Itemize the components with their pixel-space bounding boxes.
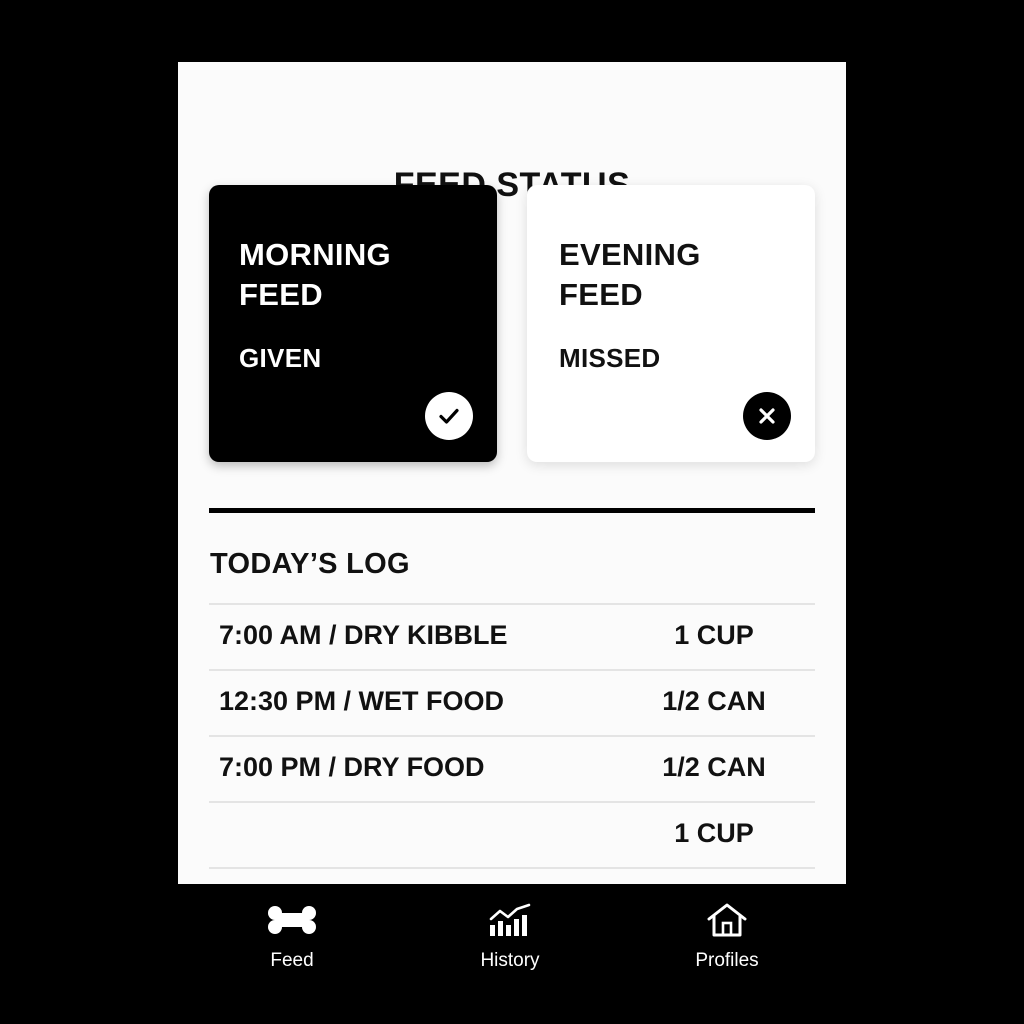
card-status: GIVEN xyxy=(239,343,322,373)
table-row[interactable]: 12:30 PM / WET FOOD 1/2 CAN xyxy=(209,669,815,735)
nav-item-history[interactable]: History xyxy=(440,902,580,982)
log-table: 7:00 AM / DRY KIBBLE 1 CUP 12:30 PM / WE… xyxy=(209,603,815,869)
table-row[interactable]: 7:00 AM / DRY KIBBLE 1 CUP xyxy=(209,603,815,669)
chart-icon xyxy=(484,902,536,938)
nav-label: History xyxy=(480,950,540,971)
table-row[interactable]: 1 CUP xyxy=(209,801,815,869)
nav-label: Profiles xyxy=(695,950,759,971)
morning-feed-card[interactable]: MORNING FEED GIVEN xyxy=(209,185,497,462)
evening-feed-card[interactable]: EVENING FEED MISSED xyxy=(527,185,815,462)
bottom-nav: Feed History Profiles xyxy=(178,884,846,1024)
card-title: EVENING FEED xyxy=(559,237,701,312)
nav-item-profiles[interactable]: Profiles xyxy=(657,902,797,982)
nav-label: Feed xyxy=(270,950,314,971)
section-divider xyxy=(209,508,815,513)
log-description: 12:30 PM / WET FOOD xyxy=(219,686,505,716)
check-icon xyxy=(425,392,473,440)
bone-icon xyxy=(266,902,318,938)
close-icon xyxy=(743,392,791,440)
log-description: 7:00 AM / DRY KIBBLE xyxy=(219,620,508,650)
log-description: 7:00 PM / DRY FOOD xyxy=(219,752,485,782)
home-icon xyxy=(701,902,753,938)
log-amount: 1 CUP xyxy=(674,620,754,650)
log-heading: TODAY’S LOG xyxy=(210,548,410,580)
card-title: MORNING FEED xyxy=(239,237,391,312)
card-status: MISSED xyxy=(559,343,661,373)
log-amount: 1 CUP xyxy=(674,818,754,848)
log-amount: 1/2 CAN xyxy=(662,752,766,782)
app-screen: FEED STATUS MORNING FEED GIVEN EVENING F… xyxy=(178,62,846,884)
table-row[interactable]: 7:00 PM / DRY FOOD 1/2 CAN xyxy=(209,735,815,801)
log-amount: 1/2 CAN xyxy=(662,686,766,716)
nav-item-feed[interactable]: Feed xyxy=(222,902,362,982)
